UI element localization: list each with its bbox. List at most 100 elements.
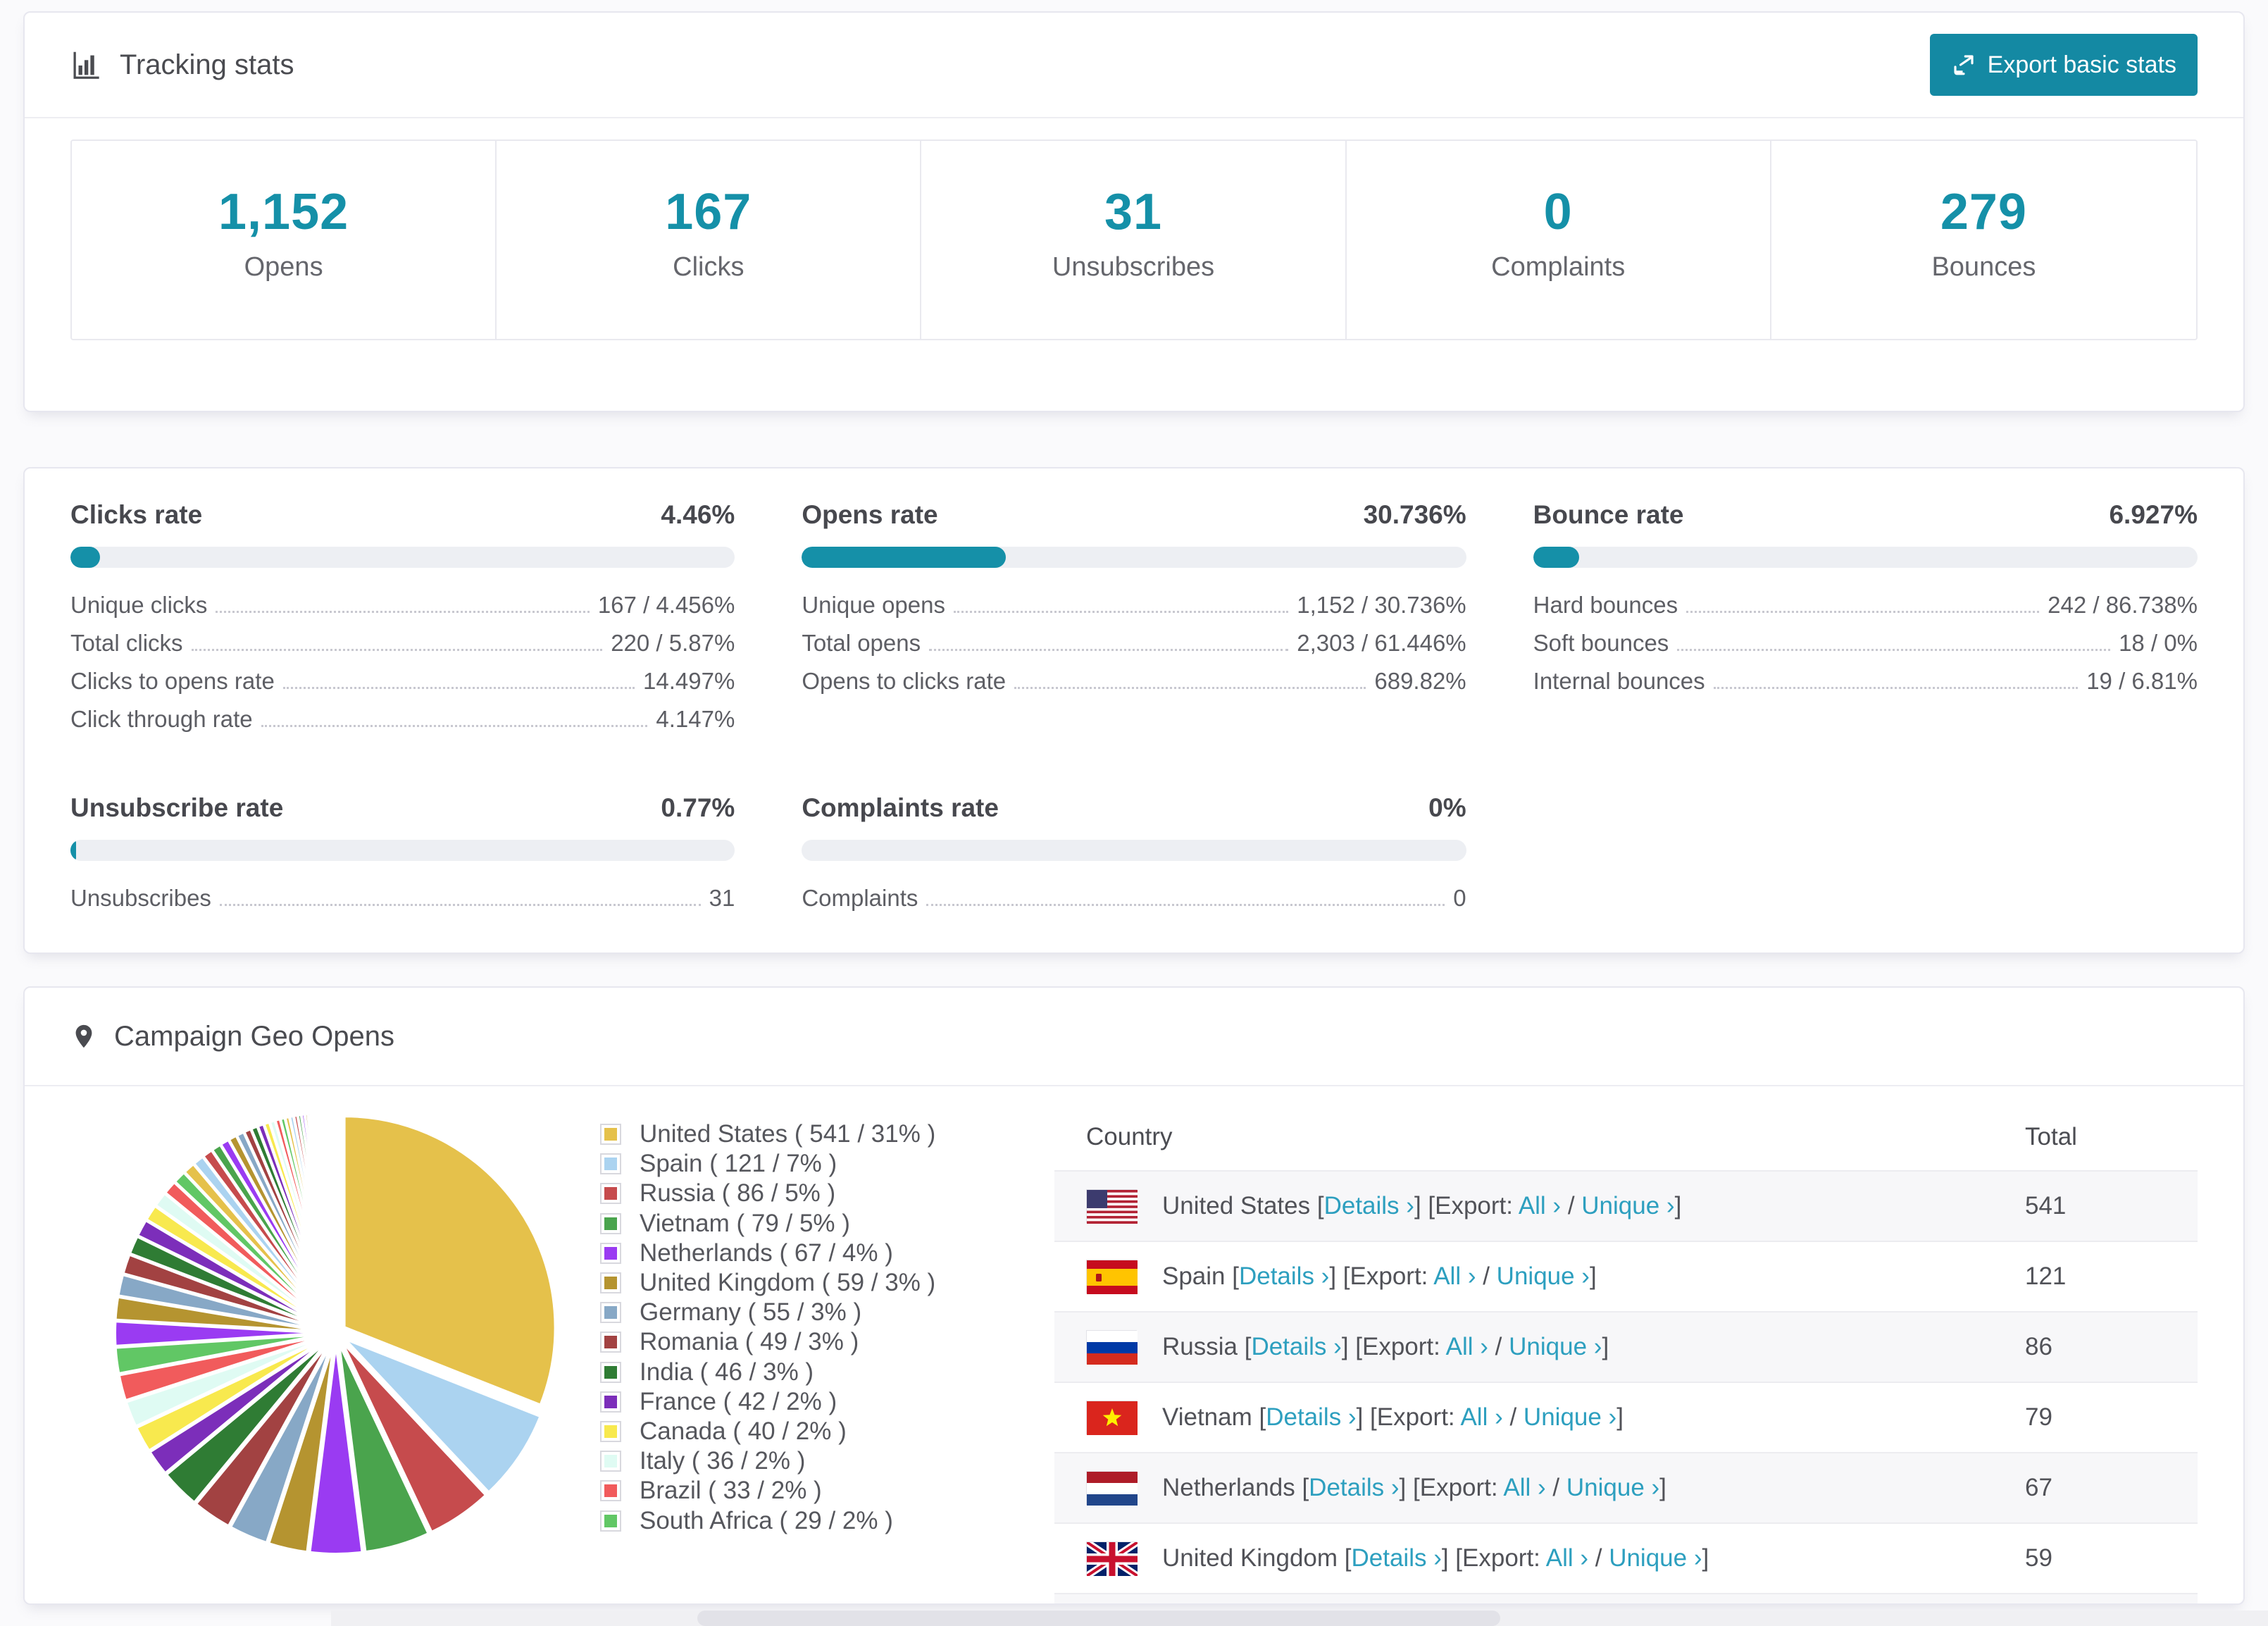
- rate-title: Opens rate: [802, 500, 938, 529]
- flag-vn-icon: [1086, 1401, 1138, 1435]
- legend-item-india: India ( 46 / 3% ): [600, 1358, 1016, 1387]
- export-unique-link[interactable]: Unique ›: [1581, 1192, 1674, 1220]
- legend-label: India ( 46 / 3% ): [640, 1358, 814, 1386]
- dotted-leader: [1686, 611, 2040, 613]
- export-all-link[interactable]: All ›: [1460, 1403, 1502, 1431]
- legend-swatch: [600, 1420, 621, 1442]
- rate-value: 0.77%: [661, 793, 735, 822]
- export-all-link[interactable]: All ›: [1519, 1192, 1561, 1220]
- dotted-leader: [1713, 687, 2079, 689]
- legend-item-united-states: United States ( 541 / 31% ): [600, 1119, 1016, 1149]
- stat-label: Opens: [244, 252, 323, 282]
- details-link[interactable]: Details ›: [1324, 1192, 1414, 1220]
- stat-row-total-clicks: Total clicks 220 / 5.87%: [70, 630, 735, 668]
- geo-table-row-united-states: United States [Details ›] [Export: All ›…: [1054, 1171, 2198, 1241]
- horizontal-scrollbar[interactable]: [331, 1611, 2268, 1626]
- flag-us-icon: [1086, 1189, 1138, 1224]
- summary-stat-opens: 1,152 Opens: [72, 141, 497, 339]
- stat-row-label: Unsubscribes: [70, 885, 211, 911]
- export-unique-link[interactable]: Unique ›: [1566, 1474, 1659, 1501]
- export-unique-link[interactable]: Unique ›: [1497, 1262, 1590, 1290]
- legend-label: Romania ( 49 / 3% ): [640, 1328, 859, 1356]
- dotted-leader: [1677, 649, 2111, 651]
- details-link[interactable]: Details ›: [1251, 1333, 1341, 1360]
- details-link[interactable]: Details ›: [1266, 1403, 1356, 1431]
- legend-label: Brazil ( 33 / 2% ): [640, 1477, 822, 1505]
- rate-value: 6.927%: [2109, 500, 2198, 529]
- stat-row-label: Unique clicks: [70, 592, 208, 618]
- rate-value: 30.736%: [1363, 500, 1466, 529]
- stat-row-value: 19 / 6.81%: [2086, 668, 2198, 694]
- legend-swatch: [600, 1451, 621, 1472]
- stat-row-label: Soft bounces: [1533, 630, 1669, 656]
- export-unique-link[interactable]: Unique ›: [1509, 1333, 1602, 1360]
- tracking-stats-header: Tracking stats Export basic stats: [25, 13, 2243, 118]
- export-unique-link[interactable]: Unique ›: [1609, 1544, 1702, 1572]
- dotted-leader: [261, 725, 648, 727]
- rate-value: 4.46%: [661, 500, 735, 529]
- stat-row-value: 14.497%: [643, 668, 735, 694]
- stat-row-value: 18 / 0%: [2119, 630, 2198, 656]
- legend-label: Netherlands ( 67 / 4% ): [640, 1239, 893, 1267]
- legend-item-netherlands: Netherlands ( 67 / 4% ): [600, 1239, 1016, 1268]
- stat-row-value: 242 / 86.738%: [2048, 592, 2198, 618]
- flag-es-icon: [1086, 1260, 1138, 1294]
- geo-table-row-united-kingdom: United Kingdom [Details ›] [Export: All …: [1054, 1523, 2198, 1594]
- legend-item-germany: Germany ( 55 / 3% ): [600, 1298, 1016, 1327]
- stat-row-value: 31: [709, 885, 735, 911]
- stat-value: 279: [1940, 184, 2027, 240]
- progress-bar-fill: [70, 547, 101, 568]
- geo-section-title: Campaign Geo Opens: [114, 1020, 395, 1052]
- stat-row-click-through-rate: Click through rate 4.147%: [70, 706, 735, 744]
- stat-row-internal-bounces: Internal bounces 19 / 6.81%: [1533, 668, 2198, 706]
- details-link[interactable]: Details ›: [1239, 1262, 1329, 1290]
- summary-stat-complaints: 0 Complaints: [1347, 141, 1771, 339]
- stat-value: 31: [1104, 184, 1163, 240]
- stat-row-label: Total clicks: [70, 630, 183, 656]
- country-total: 79: [2025, 1403, 2052, 1431]
- country-total: 541: [2025, 1192, 2067, 1220]
- geo-pie-chart: [70, 1104, 571, 1565]
- stat-row-opens-to-clicks-rate: Opens to clicks rate 689.82%: [802, 668, 1466, 706]
- pie-slice-other: [333, 1110, 337, 1324]
- stat-row-value: 4.147%: [656, 706, 735, 732]
- progress-bar-fill: [70, 840, 77, 861]
- legend-item-france: France ( 42 / 2% ): [600, 1387, 1016, 1417]
- stat-row-soft-bounces: Soft bounces 18 / 0%: [1533, 630, 2198, 668]
- geo-table-row-vietnam: Vietnam [Details ›] [Export: All › / Uni…: [1054, 1382, 2198, 1453]
- stat-row-label: Hard bounces: [1533, 592, 1678, 618]
- export-basic-stats-button[interactable]: Export basic stats: [1929, 34, 2198, 96]
- legend-item-united-kingdom: United Kingdom ( 59 / 3% ): [600, 1268, 1016, 1298]
- stat-row-label: Total opens: [802, 630, 921, 656]
- legend-swatch: [600, 1183, 621, 1205]
- geo-header: Campaign Geo Opens: [25, 988, 2243, 1086]
- rate-title: Unsubscribe rate: [70, 793, 284, 822]
- stat-label: Complaints: [1491, 252, 1626, 282]
- dotted-leader: [191, 649, 603, 651]
- rate-title: Bounce rate: [1533, 500, 1684, 529]
- geo-table-row-germany: Germany [Details ›] [Export: All › / Uni…: [1054, 1594, 2198, 1603]
- stat-value: 1,152: [218, 184, 349, 240]
- country-total: 59: [2025, 1544, 2052, 1572]
- legend-item-romania: Romania ( 49 / 3% ): [600, 1327, 1016, 1357]
- progress-bar: [802, 840, 1466, 861]
- stat-label: Clicks: [673, 252, 744, 282]
- dotted-leader: [929, 649, 1289, 651]
- export-all-link[interactable]: All ›: [1446, 1333, 1488, 1360]
- horizontal-scrollbar-thumb[interactable]: [697, 1611, 1500, 1626]
- flag-nl-icon: [1086, 1471, 1138, 1506]
- country-name: United States [: [1162, 1192, 1324, 1220]
- stat-label: Bounces: [1931, 252, 2036, 282]
- details-link[interactable]: Details ›: [1351, 1544, 1441, 1572]
- export-all-link[interactable]: All ›: [1503, 1474, 1545, 1501]
- stat-row-hard-bounces: Hard bounces 242 / 86.738%: [1533, 592, 2198, 630]
- details-link[interactable]: Details ›: [1309, 1474, 1399, 1501]
- rate-panel-opens-rate: Opens rate 30.736% Unique opens 1,152 / …: [802, 500, 1466, 744]
- export-all-link[interactable]: All ›: [1433, 1262, 1476, 1290]
- country-name: Spain [: [1162, 1262, 1239, 1290]
- legend-item-brazil: Brazil ( 33 / 2% ): [600, 1476, 1016, 1506]
- export-all-link[interactable]: All ›: [1546, 1544, 1588, 1572]
- export-unique-link[interactable]: Unique ›: [1524, 1403, 1616, 1431]
- rates-card: Clicks rate 4.46% Unique clicks 167 / 4.…: [23, 467, 2245, 954]
- legend-label: South Africa ( 29 / 2% ): [640, 1506, 893, 1534]
